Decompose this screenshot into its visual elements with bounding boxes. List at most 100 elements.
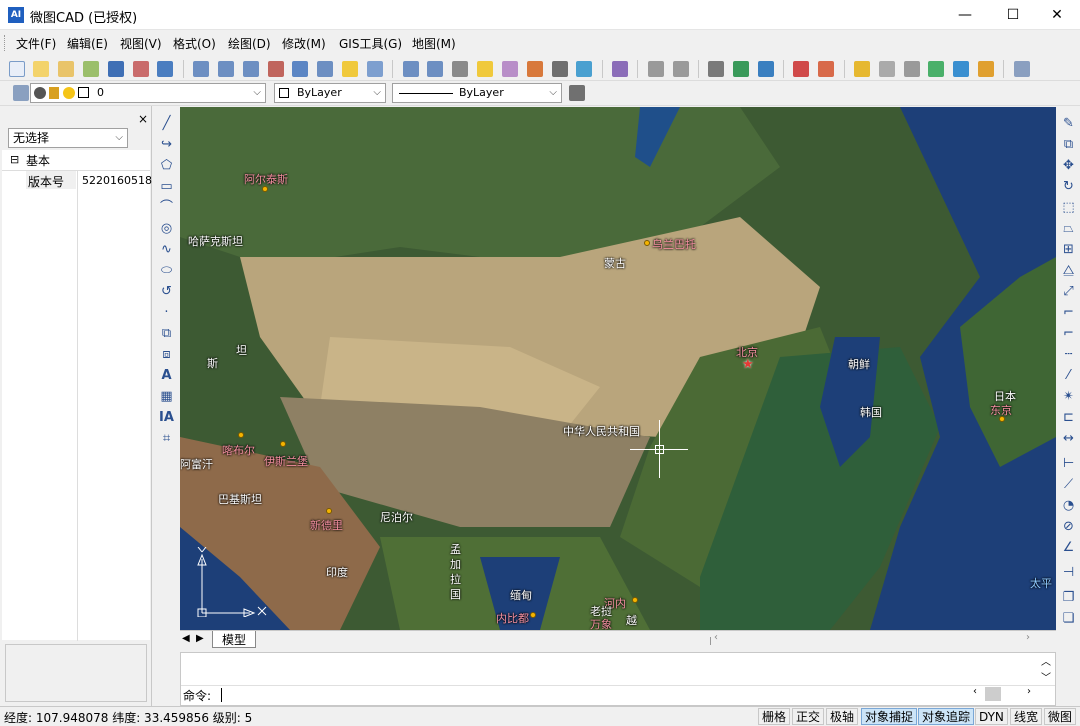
dyn-toggle[interactable]: DYN: [975, 708, 1008, 725]
menu-modify[interactable]: 修改(M): [282, 35, 326, 52]
help-icon[interactable]: [953, 61, 970, 77]
copy-icon[interactable]: ⧉: [1061, 137, 1076, 152]
line-icon[interactable]: ╱: [159, 116, 174, 131]
mtext-icon[interactable]: ⅠA: [159, 410, 174, 425]
menu-file[interactable]: 文件(F): [16, 35, 56, 52]
point-icon[interactable]: ·: [159, 305, 174, 320]
tab-prev-icon[interactable]: ◀: [182, 633, 190, 644]
insert-block-icon[interactable]: ⧉: [159, 326, 174, 341]
menu-edit[interactable]: 编辑(E): [67, 35, 108, 52]
join-icon[interactable]: ↔: [1061, 431, 1076, 446]
print-icon[interactable]: [132, 61, 149, 77]
hatch-icon[interactable]: ▦: [159, 389, 174, 404]
linetype-brush-icon[interactable]: [568, 85, 585, 101]
move-icon[interactable]: ✥: [1061, 158, 1076, 173]
menu-draw[interactable]: 绘图(D): [228, 35, 271, 52]
dim-diameter-icon[interactable]: ⊘: [1061, 519, 1076, 534]
ellipse-arc-icon[interactable]: ↺: [159, 284, 174, 299]
save-icon[interactable]: [107, 61, 124, 77]
rectangle-icon[interactable]: ▭: [159, 179, 174, 194]
spline-icon[interactable]: ∿: [159, 242, 174, 257]
break-at-point-icon[interactable]: ⁄: [1061, 368, 1076, 383]
bring-front-icon[interactable]: ❐: [1061, 590, 1076, 605]
explode-icon[interactable]: ✴: [1061, 389, 1076, 404]
pencil-icon[interactable]: [978, 61, 995, 77]
ruler-icon[interactable]: [853, 61, 870, 77]
color-select[interactable]: ByLayer ⌵: [274, 83, 386, 103]
osnap-toggle[interactable]: 对象捕捉: [861, 708, 918, 725]
minimize-button[interactable]: —: [942, 0, 988, 30]
dim-aligned-icon[interactable]: ⟋: [1061, 477, 1076, 492]
pdf-icon[interactable]: [793, 61, 810, 77]
scroll-up-icon[interactable]: ︿: [1041, 653, 1051, 668]
arc-icon[interactable]: ⌒: [159, 200, 174, 215]
pan-icon[interactable]: [452, 61, 469, 77]
circle-icon[interactable]: ◎: [159, 221, 174, 236]
make-block-icon[interactable]: ⧈: [159, 347, 174, 362]
open-folder-icon[interactable]: [58, 61, 75, 77]
sync-icon[interactable]: [757, 61, 774, 77]
cloud-icon[interactable]: [903, 61, 920, 77]
stretch-icon[interactable]: ⤢: [1061, 284, 1076, 299]
tab-next-icon[interactable]: ▶: [196, 633, 204, 644]
close-button[interactable]: ✕: [1034, 0, 1080, 30]
menu-view[interactable]: 视图(V): [120, 35, 162, 52]
lineweight-toggle[interactable]: 线宽: [1010, 708, 1043, 725]
ellipse-icon[interactable]: ⬭: [159, 263, 174, 278]
export-icon[interactable]: [576, 61, 593, 77]
comment-icon[interactable]: [878, 61, 895, 77]
grid-toggle[interactable]: 栅格: [758, 708, 791, 725]
new-icon[interactable]: [8, 61, 25, 77]
map-canvas[interactable]: 阿尔泰斯 哈萨克斯坦 乌兰巴托 蒙古 北京 ★ 朝鲜 韩国 日本 东京 中华人民…: [180, 107, 1056, 630]
menu-format[interactable]: 格式(O): [173, 35, 216, 52]
layer-icon[interactable]: [501, 61, 518, 77]
panel-close-icon[interactable]: ×: [138, 112, 148, 126]
maximize-button[interactable]: ☐: [990, 0, 1036, 30]
tab-model[interactable]: 模型: [212, 631, 256, 648]
rotate-icon[interactable]: ↻: [1061, 179, 1076, 194]
find-icon[interactable]: [1013, 61, 1030, 77]
light-icon[interactable]: [342, 61, 359, 77]
zoom-realtime-icon[interactable]: [427, 61, 444, 77]
collapse-icon[interactable]: ⊟: [10, 153, 19, 166]
highlight-icon[interactable]: [477, 61, 494, 77]
erase-icon[interactable]: ✎: [1061, 116, 1076, 131]
polar-toggle[interactable]: 极轴: [826, 708, 859, 725]
trim-icon[interactable]: ⌐: [1061, 305, 1076, 320]
dim-ordinate-icon[interactable]: ⊣: [1061, 565, 1076, 580]
dim-radius-icon[interactable]: ◔: [1061, 498, 1076, 513]
weitu-toggle[interactable]: 微图: [1044, 708, 1077, 725]
match-icon[interactable]: [612, 61, 629, 77]
zoom-extent-icon[interactable]: [402, 61, 419, 77]
angle-icon[interactable]: [292, 61, 309, 77]
menu-map[interactable]: 地图(M): [412, 35, 456, 52]
fillet-icon[interactable]: ⊏: [1061, 410, 1076, 425]
hscroll-right-icon[interactable]: ›: [1027, 686, 1031, 697]
otrack-toggle[interactable]: 对象追踪: [918, 708, 975, 725]
measure-icon[interactable]: [267, 61, 284, 77]
hscroll-thumb[interactable]: [985, 687, 1001, 701]
table-icon[interactable]: ⌗: [159, 431, 174, 446]
color-icon[interactable]: [526, 61, 543, 77]
polygon-icon[interactable]: ⬠: [159, 158, 174, 173]
redo-icon[interactable]: [672, 61, 689, 77]
break-icon[interactable]: ┄: [1061, 347, 1076, 362]
save-as-icon[interactable]: [157, 61, 174, 77]
attribute-icon[interactable]: [366, 61, 383, 77]
text-icon[interactable]: A: [159, 368, 174, 383]
stamp-icon[interactable]: [708, 61, 725, 77]
scroll-down-icon[interactable]: ﹀: [1041, 669, 1051, 684]
mirror-icon[interactable]: ⧋: [1061, 263, 1076, 278]
zoom-out-icon[interactable]: [217, 61, 234, 77]
linetype-select[interactable]: ByLayer ⌵: [392, 83, 562, 103]
extend-icon[interactable]: ⌐: [1061, 326, 1076, 341]
zoom-icon[interactable]: [193, 61, 210, 77]
scroll-right-icon[interactable]: ›: [1026, 632, 1030, 643]
dim-linear-icon[interactable]: ⊢: [1061, 456, 1076, 471]
template-icon[interactable]: [82, 61, 99, 77]
image-icon[interactable]: [818, 61, 835, 77]
scale-icon[interactable]: ⬚: [1061, 200, 1076, 215]
chat-icon[interactable]: [928, 61, 945, 77]
hscroll-left-icon[interactable]: ‹: [973, 686, 977, 697]
dim-angle-icon[interactable]: ∠: [1061, 540, 1076, 555]
